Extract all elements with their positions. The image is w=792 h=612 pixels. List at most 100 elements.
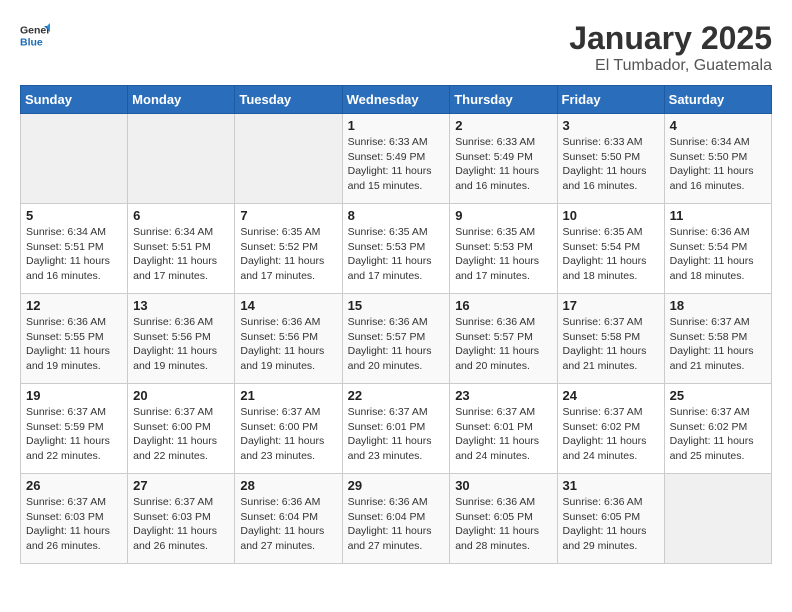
calendar-cell: 26 Sunrise: 6:37 AMSunset: 6:03 PMDayligh… (21, 474, 128, 564)
day-number: 25 (670, 388, 766, 403)
logo-icon: General Blue (20, 20, 50, 50)
day-info: Sunrise: 6:36 AMSunset: 5:57 PMDaylight:… (455, 315, 551, 374)
day-number: 31 (563, 478, 659, 493)
calendar-cell (664, 474, 771, 564)
day-number: 18 (670, 298, 766, 313)
page-header: General Blue January 2025 El Tumbador, G… (20, 20, 772, 75)
calendar-cell: 24Sunrise: 6:37 AMSunset: 6:02 PMDayligh… (557, 384, 664, 474)
calendar-week-4: 19 Sunrise: 6:37 AMSunset: 5:59 PMDayligh… (21, 384, 772, 474)
day-info: Sunrise: 6:35 AMSunset: 5:54 PMDaylight:… (563, 225, 659, 284)
day-number: 3 (563, 118, 659, 133)
day-info: Sunrise: 6:33 AMSunset: 5:50 PMDaylight:… (563, 135, 659, 194)
calendar-cell: 29 Sunrise: 6:36 AMSunset: 6:04 PMDayligh… (342, 474, 450, 564)
calendar-cell: 6Sunrise: 6:34 AMSunset: 5:51 PMDaylight… (128, 204, 235, 294)
day-info: Sunrise: 6:37 AMSunset: 6:00 PMDaylight:… (133, 405, 229, 464)
logo: General Blue (20, 20, 50, 50)
day-info: Sunrise: 6:36 AMSunset: 6:04 PMDaylight:… (348, 495, 445, 554)
month-title: January 2025 (569, 20, 772, 57)
day-number: 29 (348, 478, 445, 493)
day-info: Sunrise: 6:33 AMSunset: 5:49 PMDaylight:… (455, 135, 551, 194)
calendar-cell: 27Sunrise: 6:37 AMSunset: 6:03 PMDayligh… (128, 474, 235, 564)
day-number: 9 (455, 208, 551, 223)
svg-text:Blue: Blue (20, 37, 43, 49)
calendar-cell: 25 Sunrise: 6:37 AMSunset: 6:02 PMDayligh… (664, 384, 771, 474)
calendar-cell: 7 Sunrise: 6:35 AMSunset: 5:52 PMDaylight… (235, 204, 342, 294)
day-info: Sunrise: 6:37 AMSunset: 5:58 PMDaylight:… (563, 315, 659, 374)
day-number: 7 (240, 208, 336, 223)
day-number: 5 (26, 208, 122, 223)
day-info: Sunrise: 6:37 AMSunset: 6:03 PMDaylight:… (133, 495, 229, 554)
day-info: Sunrise: 6:36 AMSunset: 5:56 PMDaylight:… (240, 315, 336, 374)
weekday-header-tuesday: Tuesday (235, 86, 342, 114)
calendar-cell: 12 Sunrise: 6:36 AMSunset: 5:55 PMDayligh… (21, 294, 128, 384)
calendar-cell: 3 Sunrise: 6:33 AMSunset: 5:50 PMDaylight… (557, 114, 664, 204)
day-info: Sunrise: 6:37 AMSunset: 6:00 PMDaylight:… (240, 405, 336, 464)
day-info: Sunrise: 6:37 AMSunset: 6:01 PMDaylight:… (455, 405, 551, 464)
day-number: 1 (348, 118, 445, 133)
day-info: Sunrise: 6:35 AMSunset: 5:53 PMDaylight:… (455, 225, 551, 284)
calendar-cell: 31Sunrise: 6:36 AMSunset: 6:05 PMDayligh… (557, 474, 664, 564)
day-info: Sunrise: 6:36 AMSunset: 5:56 PMDaylight:… (133, 315, 229, 374)
calendar-cell (128, 114, 235, 204)
calendar-cell: 19 Sunrise: 6:37 AMSunset: 5:59 PMDayligh… (21, 384, 128, 474)
calendar-table: SundayMondayTuesdayWednesdayThursdayFrid… (20, 85, 772, 564)
day-info: Sunrise: 6:37 AMSunset: 6:02 PMDaylight:… (563, 405, 659, 464)
day-info: Sunrise: 6:36 AMSunset: 6:05 PMDaylight:… (455, 495, 551, 554)
calendar-week-2: 5 Sunrise: 6:34 AMSunset: 5:51 PMDaylight… (21, 204, 772, 294)
day-number: 23 (455, 388, 551, 403)
calendar-cell: 8Sunrise: 6:35 AMSunset: 5:53 PMDaylight… (342, 204, 450, 294)
calendar-cell: 5 Sunrise: 6:34 AMSunset: 5:51 PMDaylight… (21, 204, 128, 294)
calendar-cell: 9 Sunrise: 6:35 AMSunset: 5:53 PMDaylight… (450, 204, 557, 294)
calendar-cell: 30 Sunrise: 6:36 AMSunset: 6:05 PMDayligh… (450, 474, 557, 564)
day-number: 12 (26, 298, 122, 313)
day-number: 4 (670, 118, 766, 133)
day-info: Sunrise: 6:34 AMSunset: 5:50 PMDaylight:… (670, 135, 766, 194)
day-info: Sunrise: 6:34 AMSunset: 5:51 PMDaylight:… (26, 225, 122, 284)
calendar-cell: 18 Sunrise: 6:37 AMSunset: 5:58 PMDayligh… (664, 294, 771, 384)
day-number: 10 (563, 208, 659, 223)
calendar-cell: 20 Sunrise: 6:37 AMSunset: 6:00 PMDayligh… (128, 384, 235, 474)
day-info: Sunrise: 6:34 AMSunset: 5:51 PMDaylight:… (133, 225, 229, 284)
calendar-cell: 28Sunrise: 6:36 AMSunset: 6:04 PMDayligh… (235, 474, 342, 564)
calendar-cell: 2 Sunrise: 6:33 AMSunset: 5:49 PMDaylight… (450, 114, 557, 204)
day-info: Sunrise: 6:36 AMSunset: 5:55 PMDaylight:… (26, 315, 122, 374)
day-info: Sunrise: 6:35 AMSunset: 5:52 PMDaylight:… (240, 225, 336, 284)
day-number: 19 (26, 388, 122, 403)
calendar-cell (235, 114, 342, 204)
day-info: Sunrise: 6:37 AMSunset: 6:02 PMDaylight:… (670, 405, 766, 464)
day-number: 26 (26, 478, 122, 493)
day-info: Sunrise: 6:35 AMSunset: 5:53 PMDaylight:… (348, 225, 445, 284)
calendar-cell: 23 Sunrise: 6:37 AMSunset: 6:01 PMDayligh… (450, 384, 557, 474)
day-number: 14 (240, 298, 336, 313)
day-number: 30 (455, 478, 551, 493)
day-number: 21 (240, 388, 336, 403)
day-number: 2 (455, 118, 551, 133)
day-info: Sunrise: 6:37 AMSunset: 5:58 PMDaylight:… (670, 315, 766, 374)
weekday-header-row: SundayMondayTuesdayWednesdayThursdayFrid… (21, 86, 772, 114)
calendar-cell (21, 114, 128, 204)
weekday-header-wednesday: Wednesday (342, 86, 450, 114)
calendar-cell: 16 Sunrise: 6:36 AMSunset: 5:57 PMDayligh… (450, 294, 557, 384)
calendar-week-1: 1 Sunrise: 6:33 AMSunset: 5:49 PMDaylight… (21, 114, 772, 204)
day-number: 17 (563, 298, 659, 313)
day-info: Sunrise: 6:37 AMSunset: 6:01 PMDaylight:… (348, 405, 445, 464)
calendar-cell: 1 Sunrise: 6:33 AMSunset: 5:49 PMDaylight… (342, 114, 450, 204)
day-number: 15 (348, 298, 445, 313)
day-info: Sunrise: 6:37 AMSunset: 6:03 PMDaylight:… (26, 495, 122, 554)
calendar-cell: 15Sunrise: 6:36 AMSunset: 5:57 PMDayligh… (342, 294, 450, 384)
day-number: 28 (240, 478, 336, 493)
day-number: 20 (133, 388, 229, 403)
day-info: Sunrise: 6:37 AMSunset: 5:59 PMDaylight:… (26, 405, 122, 464)
weekday-header-thursday: Thursday (450, 86, 557, 114)
calendar-cell: 17 Sunrise: 6:37 AMSunset: 5:58 PMDayligh… (557, 294, 664, 384)
day-info: Sunrise: 6:33 AMSunset: 5:49 PMDaylight:… (348, 135, 445, 194)
location-title: El Tumbador, Guatemala (569, 57, 772, 75)
day-info: Sunrise: 6:36 AMSunset: 5:54 PMDaylight:… (670, 225, 766, 284)
day-number: 16 (455, 298, 551, 313)
day-number: 13 (133, 298, 229, 313)
calendar-cell: 14 Sunrise: 6:36 AMSunset: 5:56 PMDayligh… (235, 294, 342, 384)
title-block: January 2025 El Tumbador, Guatemala (569, 20, 772, 75)
calendar-cell: 11Sunrise: 6:36 AMSunset: 5:54 PMDayligh… (664, 204, 771, 294)
calendar-cell: 22 Sunrise: 6:37 AMSunset: 6:01 PMDayligh… (342, 384, 450, 474)
day-number: 22 (348, 388, 445, 403)
